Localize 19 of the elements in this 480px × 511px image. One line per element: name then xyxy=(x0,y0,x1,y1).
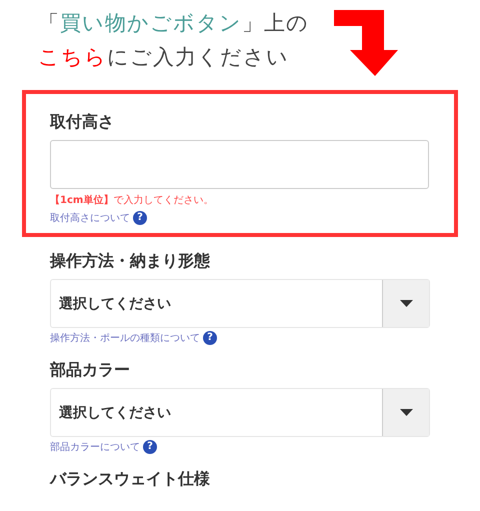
field-label: バランスウェイト仕様 xyxy=(50,468,211,490)
field-label: 操作方法・納まり形態 xyxy=(50,250,211,272)
field-label: 部品カラー xyxy=(50,359,131,381)
field-label: 取付高さ xyxy=(50,111,115,133)
help-icon[interactable]: ? xyxy=(143,440,157,454)
select-field[interactable]: 選択してください xyxy=(50,279,430,328)
help-link[interactable]: 部品カラーについて xyxy=(50,440,140,454)
select-field[interactable]: 選択してください xyxy=(50,388,430,437)
arrow-icon xyxy=(334,10,400,76)
help-icon[interactable]: ? xyxy=(203,331,217,345)
banner-text: こちら にご入力ください xyxy=(38,44,290,71)
hint-text: 【1cm単位】で入力してください。 xyxy=(50,194,214,208)
banner-text: 「買い物かごボタン」上の xyxy=(38,10,309,37)
help-icon[interactable]: ? xyxy=(133,211,147,225)
help-link[interactable]: 操作方法・ポールの種類について xyxy=(50,331,200,345)
caret-icon xyxy=(400,409,412,416)
caret-icon xyxy=(400,300,412,307)
help-link[interactable]: 取付高さについて xyxy=(50,211,130,225)
input-field[interactable] xyxy=(50,140,429,189)
